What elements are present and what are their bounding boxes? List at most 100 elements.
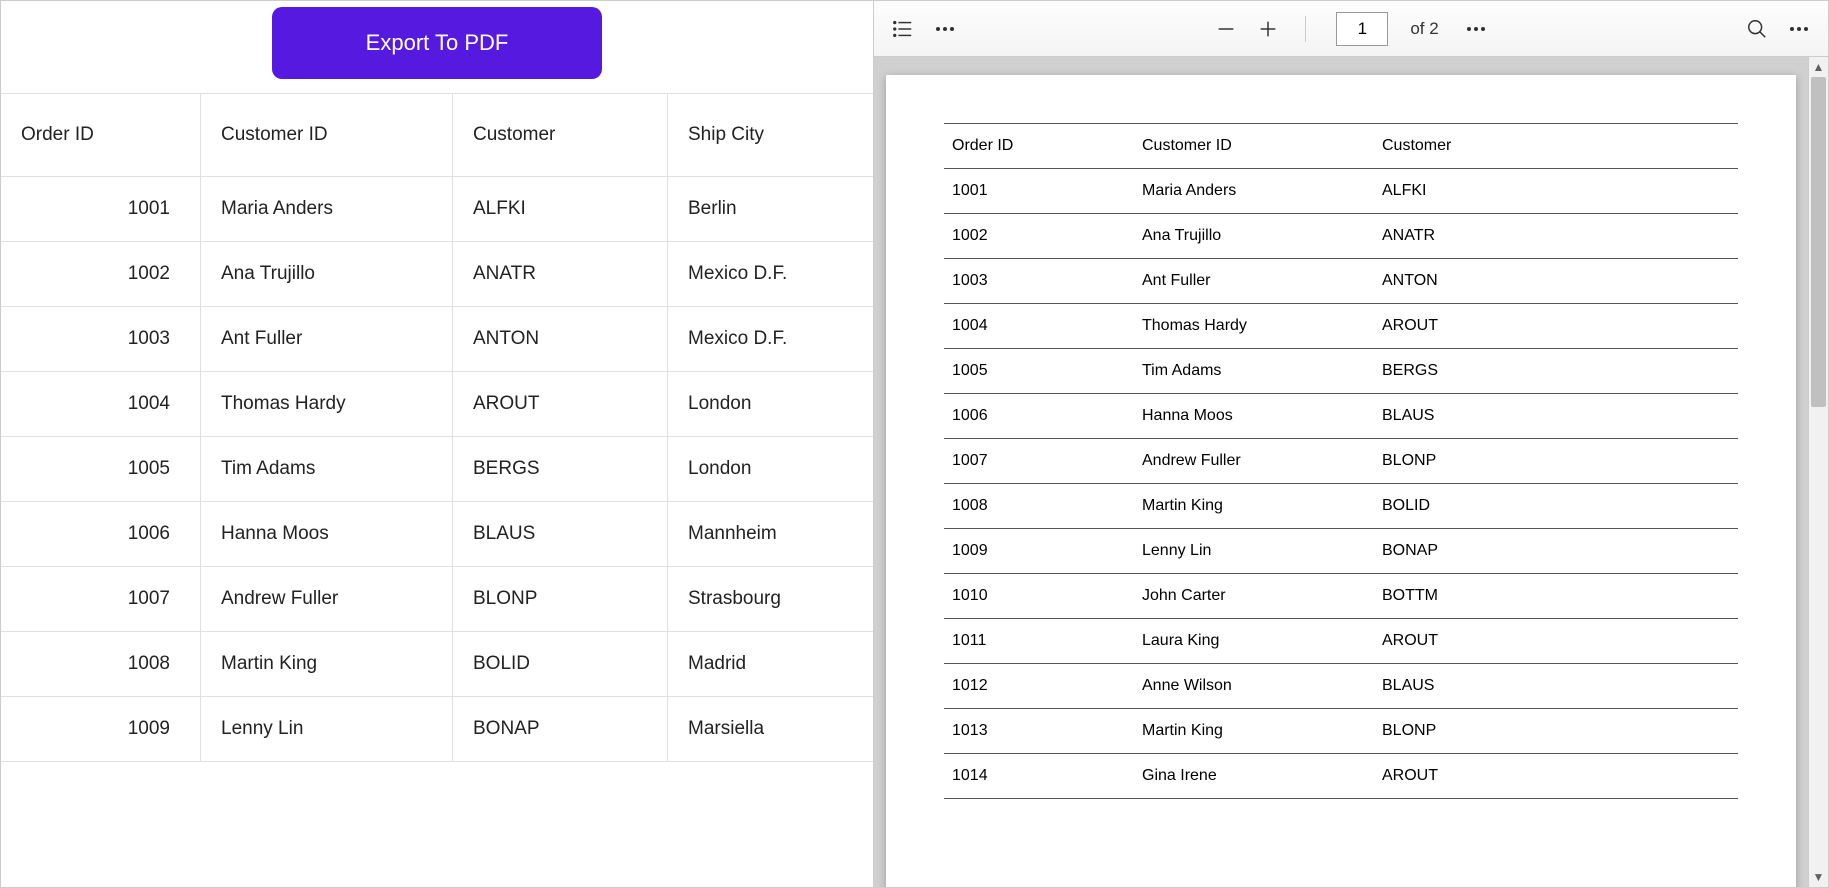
pdf-toolbar: of 2 — [874, 1, 1828, 57]
cell-order-id: 1009 — [1, 697, 201, 761]
table-row[interactable]: 1007Andrew FullerBLONPStrasbourgFrance — [1, 567, 873, 632]
scroll-thumb[interactable] — [1811, 77, 1826, 407]
pdf-cell-order-id: 1009 — [944, 529, 1134, 574]
pdf-table-row: 1009Lenny LinBONAP — [944, 529, 1738, 574]
pdf-cell-customer: BLONP — [1374, 439, 1738, 484]
cell-order-id: 1004 — [1, 372, 201, 436]
pdf-cell-customer-id: Anne Wilson — [1134, 664, 1374, 709]
table-row[interactable]: 1005Tim AdamsBERGSLondonSwede — [1, 437, 873, 502]
pdf-cell-order-id: 1004 — [944, 304, 1134, 349]
pdf-table-row: 1005Tim AdamsBERGS — [944, 349, 1738, 394]
cell-customer-id: Hanna Moos — [201, 502, 453, 566]
cell-ship-city: Mexico D.F. — [668, 307, 873, 371]
cell-customer-id: Ana Trujillo — [201, 242, 453, 306]
column-header-customer-id[interactable]: Customer ID — [201, 94, 453, 176]
pdf-scroll-container[interactable]: Order ID Customer ID Customer 1001Maria … — [874, 57, 1808, 887]
table-row[interactable]: 1006Hanna MoosBLAUSMannheimGerma — [1, 502, 873, 567]
cell-order-id: 1001 — [1, 177, 201, 241]
cell-order-id: 1002 — [1, 242, 201, 306]
pdf-cell-customer: ALFKI — [1374, 169, 1738, 214]
pdf-cell-customer-id: Thomas Hardy — [1134, 304, 1374, 349]
pdf-cell-order-id: 1007 — [944, 439, 1134, 484]
cell-customer: BLAUS — [453, 502, 668, 566]
export-to-pdf-button[interactable]: Export To PDF — [272, 7, 602, 79]
pdf-cell-customer: ANATR — [1374, 214, 1738, 259]
search-icon[interactable] — [1744, 16, 1770, 42]
cell-order-id: 1008 — [1, 632, 201, 696]
pdf-col-customer: Customer — [1374, 124, 1738, 169]
cell-customer-id: Thomas Hardy — [201, 372, 453, 436]
vertical-scrollbar[interactable]: ▲ ▼ — [1808, 57, 1828, 887]
pdf-cell-order-id: 1002 — [944, 214, 1134, 259]
more-tools-icon[interactable] — [932, 16, 958, 42]
pdf-page: Order ID Customer ID Customer 1001Maria … — [886, 75, 1796, 887]
zoom-in-icon[interactable] — [1255, 16, 1281, 42]
pdf-table-row: 1002Ana TrujilloANATR — [944, 214, 1738, 259]
app-root: Export To PDF Order ID Customer ID Custo… — [0, 0, 1829, 888]
pdf-table-row: 1001Maria AndersALFKI — [944, 169, 1738, 214]
pdf-cell-customer-id: Ant Fuller — [1134, 259, 1374, 304]
table-row[interactable]: 1004Thomas HardyAROUTLondonUK — [1, 372, 873, 437]
pdf-col-order-id: Order ID — [944, 124, 1134, 169]
pdf-table-row: 1006Hanna MoosBLAUS — [944, 394, 1738, 439]
scroll-down-icon[interactable]: ▼ — [1809, 867, 1828, 887]
pdf-viewer-pane: of 2 Order ID Customer I — [874, 1, 1828, 887]
pdf-cell-order-id: 1013 — [944, 709, 1134, 754]
column-header-order-id[interactable]: Order ID — [1, 94, 201, 176]
pdf-table-row: 1003Ant FullerANTON — [944, 259, 1738, 304]
pdf-cell-customer-id: Tim Adams — [1134, 349, 1374, 394]
cell-customer-id: Tim Adams — [201, 437, 453, 501]
pdf-cell-customer: AROUT — [1374, 619, 1738, 664]
cell-ship-city: Madrid — [668, 632, 873, 696]
page-total-label: of 2 — [1410, 19, 1438, 39]
zoom-out-icon[interactable] — [1213, 16, 1239, 42]
table-row[interactable]: 1001Maria AndersALFKIBerlinGerma — [1, 177, 873, 242]
pdf-cell-customer-id: Gina Irene — [1134, 754, 1374, 799]
pdf-cell-customer-id: Martin King — [1134, 709, 1374, 754]
cell-customer: BOLID — [453, 632, 668, 696]
data-grid: Order ID Customer ID Customer Ship City … — [1, 93, 873, 869]
pdf-cell-customer: BOLID — [1374, 484, 1738, 529]
cell-customer: ANATR — [453, 242, 668, 306]
pdf-table-row: 1010John CarterBOTTM — [944, 574, 1738, 619]
cell-ship-city: Strasbourg — [668, 567, 873, 631]
pdf-cell-customer: BONAP — [1374, 529, 1738, 574]
page-number-input[interactable] — [1336, 12, 1388, 46]
cell-customer-id: Ant Fuller — [201, 307, 453, 371]
toc-icon[interactable] — [890, 16, 916, 42]
cell-order-id: 1007 — [1, 567, 201, 631]
more-menu-icon[interactable] — [1786, 16, 1812, 42]
table-row[interactable]: 1009Lenny LinBONAPMarsiellaFrance — [1, 697, 873, 762]
pdf-table-row: 1011Laura KingAROUT — [944, 619, 1738, 664]
pdf-cell-customer: ANTON — [1374, 259, 1738, 304]
pdf-cell-customer: BOTTM — [1374, 574, 1738, 619]
pdf-cell-order-id: 1012 — [944, 664, 1134, 709]
pdf-cell-customer-id: Maria Anders — [1134, 169, 1374, 214]
pdf-view-area: Order ID Customer ID Customer 1001Maria … — [874, 57, 1828, 887]
pdf-table-row: 1013Martin KingBLONP — [944, 709, 1738, 754]
cell-order-id: 1006 — [1, 502, 201, 566]
column-header-ship-city[interactable]: Ship City — [668, 94, 873, 176]
pdf-cell-customer: BLONP — [1374, 709, 1738, 754]
cell-customer: BLONP — [453, 567, 668, 631]
pdf-cell-customer: AROUT — [1374, 304, 1738, 349]
pdf-table-row: 1012Anne WilsonBLAUS — [944, 664, 1738, 709]
table-row[interactable]: 1008Martin KingBOLIDMadridSpain — [1, 632, 873, 697]
pdf-cell-customer-id: John Carter — [1134, 574, 1374, 619]
page-more-icon[interactable] — [1463, 16, 1489, 42]
cell-customer-id: Martin King — [201, 632, 453, 696]
scroll-up-icon[interactable]: ▲ — [1809, 57, 1828, 77]
pdf-table-row: 1008Martin KingBOLID — [944, 484, 1738, 529]
pdf-cell-customer: BERGS — [1374, 349, 1738, 394]
table-row[interactable]: 1003Ant FullerANTONMexico D.F.Mexic — [1, 307, 873, 372]
pdf-cell-order-id: 1014 — [944, 754, 1134, 799]
cell-order-id: 1003 — [1, 307, 201, 371]
cell-customer: BERGS — [453, 437, 668, 501]
pdf-cell-customer: BLAUS — [1374, 394, 1738, 439]
cell-ship-city: Mannheim — [668, 502, 873, 566]
table-row[interactable]: 1002Ana TrujilloANATRMexico D.F.Mexic — [1, 242, 873, 307]
pdf-cell-customer-id: Ana Trujillo — [1134, 214, 1374, 259]
column-header-customer[interactable]: Customer — [453, 94, 668, 176]
pdf-cell-order-id: 1011 — [944, 619, 1134, 664]
toolbar-divider — [1305, 16, 1306, 42]
